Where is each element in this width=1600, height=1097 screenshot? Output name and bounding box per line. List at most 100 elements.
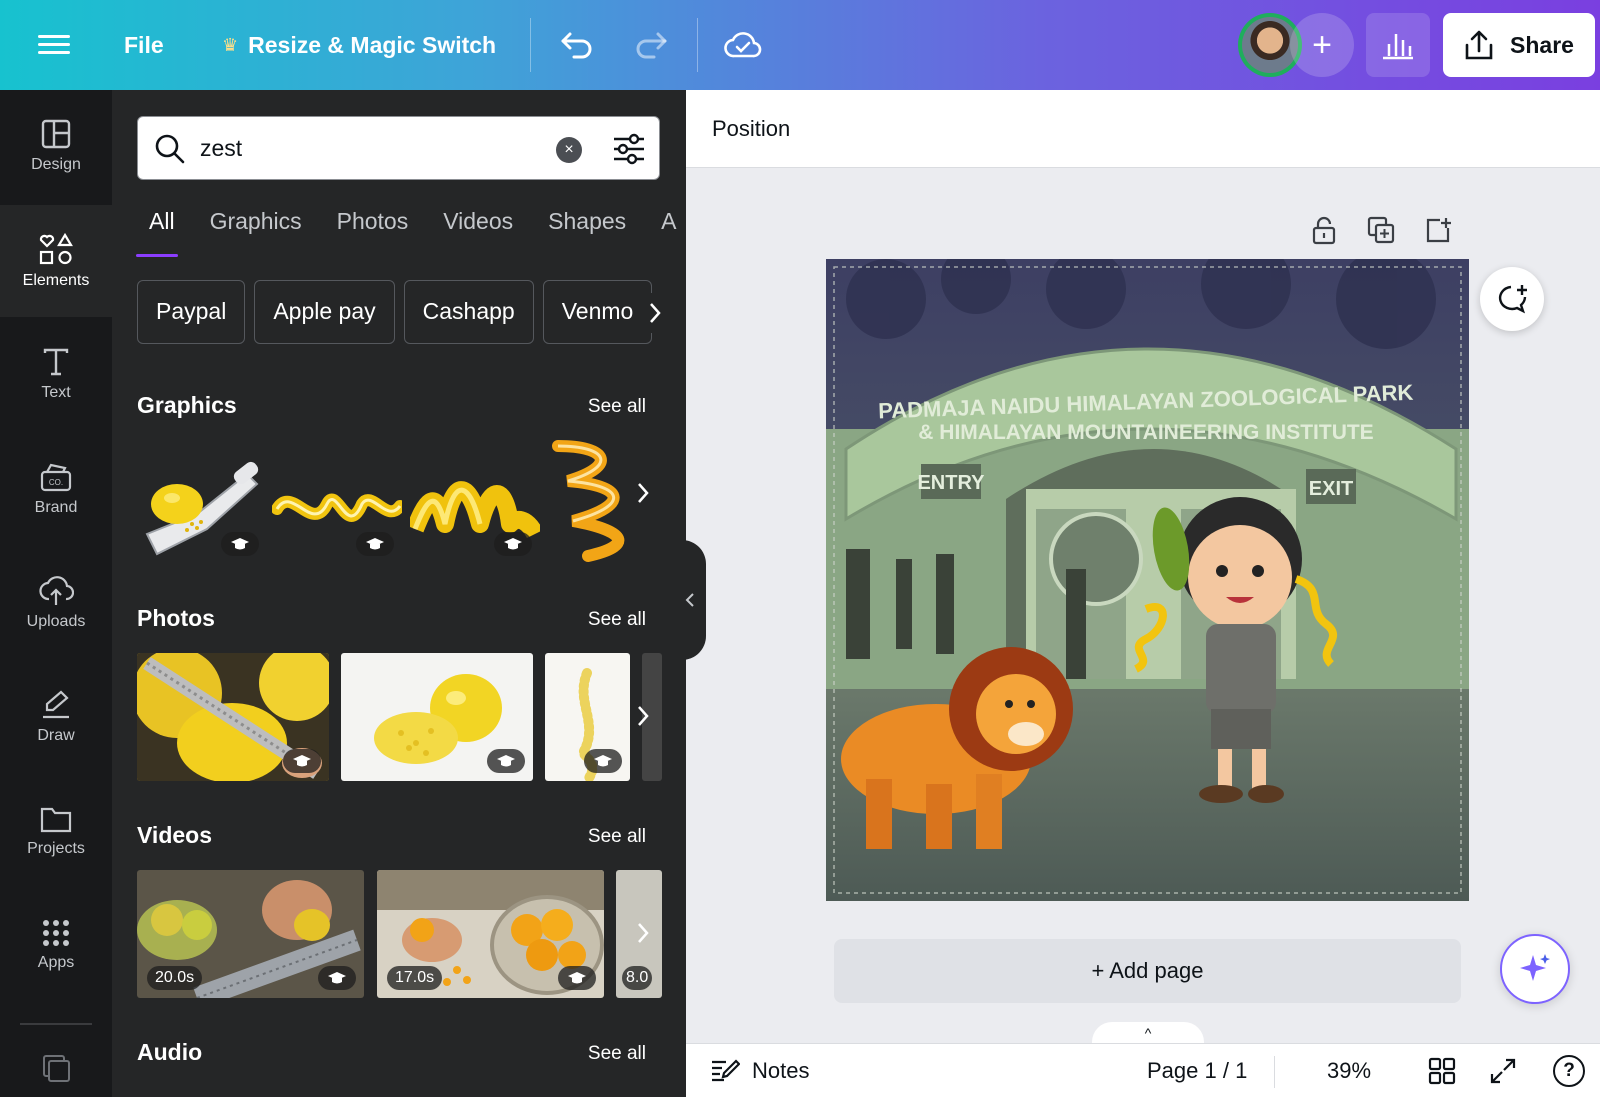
photo-lemon-zest-pile[interactable]: [341, 653, 533, 781]
redo-icon[interactable]: [628, 22, 674, 68]
add-page-icon[interactable]: [1420, 212, 1456, 248]
tab-shapes[interactable]: Shapes: [536, 202, 626, 235]
chips-next-chevron-icon[interactable]: [644, 293, 666, 333]
add-comment-icon[interactable]: [1480, 267, 1544, 331]
hamburger-menu-icon[interactable]: [38, 30, 70, 60]
search-input[interactable]: [200, 131, 500, 165]
rail-label-draw: Draw: [37, 727, 75, 744]
rail-item-elements[interactable]: Elements: [0, 205, 112, 317]
chip-venmo[interactable]: Venmo: [542, 280, 653, 344]
search-box: ×: [137, 116, 660, 180]
video-lemon-grating[interactable]: 20.0s: [137, 870, 364, 998]
position-button[interactable]: Position: [712, 116, 790, 142]
fullscreen-expand-icon[interactable]: [1489, 1044, 1517, 1097]
rail-label-projects: Projects: [27, 840, 85, 857]
chip-cashapp[interactable]: Cashapp: [403, 280, 534, 344]
footer-divider: [1274, 1056, 1275, 1088]
tab-videos[interactable]: Videos: [431, 202, 513, 235]
magic-sparkle-icon[interactable]: [1500, 934, 1570, 1004]
rail-item-projects[interactable]: Projects: [0, 775, 112, 887]
tab-photos[interactable]: Photos: [325, 202, 409, 235]
rail-label-elements: Elements: [22, 272, 90, 289]
shapes-icon: [39, 232, 73, 265]
rail-label-uploads: Uploads: [26, 613, 86, 630]
tab-all[interactable]: All: [137, 202, 175, 235]
insights-chart-icon[interactable]: [1366, 13, 1430, 77]
undo-icon[interactable]: [554, 22, 600, 68]
video-orange-bowl[interactable]: 17.0s: [377, 870, 604, 998]
video-duration-badge: 20.0s: [147, 966, 203, 990]
photos-see-all-link[interactable]: See all: [588, 609, 646, 631]
rail-item-text[interactable]: Text: [0, 318, 112, 430]
videos-next-chevron-icon[interactable]: [632, 913, 654, 953]
crown-icon: ♛: [222, 34, 239, 55]
graphics-next-chevron-icon[interactable]: [632, 473, 654, 513]
cloud-upload-icon: [39, 576, 74, 605]
graphics-section-title: Graphics: [137, 392, 237, 418]
chip-apple-pay[interactable]: Apple pay: [254, 280, 395, 344]
photo-lemon-grater[interactable]: [137, 653, 329, 781]
tab-audio[interactable]: Au: [649, 202, 677, 235]
filter-sliders-icon[interactable]: [612, 133, 646, 165]
rail-item-design[interactable]: Design: [0, 90, 112, 202]
rail-label-design: Design: [31, 156, 81, 173]
duplicate-page-icon[interactable]: [1363, 212, 1399, 248]
notes-button[interactable]: Notes: [710, 1044, 809, 1097]
graphic-lemon-peel-curl[interactable]: [272, 444, 402, 564]
clear-search-icon[interactable]: ×: [556, 137, 582, 163]
collapse-panel-handle[interactable]: [674, 540, 706, 660]
videos-see-all-link[interactable]: See all: [588, 826, 646, 848]
search-icon: [155, 134, 185, 164]
video-duration-badge: 8.0: [622, 966, 653, 990]
rail-item-uploads[interactable]: Uploads: [0, 547, 112, 659]
folder-icon: [40, 807, 72, 833]
apps-grid-icon: [43, 920, 69, 946]
photo-zest-powder[interactable]: [545, 653, 630, 781]
graphic-zester-lemon[interactable]: [137, 444, 267, 564]
toolbar-divider: [530, 18, 531, 72]
exit-sign: EXIT: [1309, 478, 1353, 500]
page-indicator[interactable]: Page 1 / 1: [1147, 1044, 1247, 1097]
rail-item-draw[interactable]: Draw: [0, 661, 112, 773]
premium-cap-icon: [221, 532, 259, 556]
text-icon: [43, 348, 69, 376]
share-label: Share: [1510, 31, 1574, 58]
help-button[interactable]: ?: [1553, 1044, 1585, 1097]
zoom-level[interactable]: 39%: [1327, 1044, 1371, 1097]
rail-item-apps[interactable]: Apps: [0, 889, 112, 1001]
invite-plus-button[interactable]: +: [1290, 13, 1354, 77]
photos-next-chevron-icon[interactable]: [632, 696, 654, 736]
graphic-lemon-peel-strip[interactable]: [410, 444, 540, 564]
bottom-status-bar: Notes Page 1 / 1 39% ?: [686, 1043, 1600, 1097]
rail-item-brand[interactable]: CO. Brand: [0, 433, 112, 545]
file-menu-button[interactable]: File: [124, 0, 164, 90]
left-nav-rail: Design Elements Text CO. Brand Uploads D…: [0, 90, 112, 1097]
premium-cap-icon: [283, 749, 321, 773]
resize-magic-switch-button[interactable]: ♛ Resize & Magic Switch: [222, 0, 496, 90]
rail-item-more[interactable]: [0, 1045, 112, 1097]
show-pages-tab[interactable]: ^: [1092, 1022, 1204, 1044]
rail-divider: [20, 1023, 92, 1025]
upload-icon: [1465, 30, 1493, 60]
brand-icon: CO.: [40, 463, 72, 492]
tab-graphics[interactable]: Graphics: [198, 202, 302, 235]
chip-paypal[interactable]: Paypal: [137, 280, 246, 344]
suggestion-chips: Paypal Apple pay Cashapp Venmo: [137, 280, 653, 344]
layout-icon: [41, 119, 71, 149]
audio-see-all-link[interactable]: See all: [588, 1043, 646, 1065]
add-page-button[interactable]: + Add page: [834, 939, 1461, 1003]
svg-text:CO.: CO.: [49, 478, 63, 487]
rail-label-text: Text: [41, 384, 71, 401]
design-canvas-page[interactable]: PADMAJA NAIDU HIMALAYAN ZOOLOGICAL PARK …: [826, 259, 1469, 901]
help-icon: ?: [1553, 1055, 1585, 1087]
cloud-saved-icon[interactable]: [720, 22, 766, 68]
graphics-see-all-link[interactable]: See all: [588, 396, 646, 418]
audio-section-title: Audio: [137, 1039, 203, 1065]
premium-cap-icon: [558, 966, 596, 990]
photos-section-title: Photos: [137, 605, 215, 631]
grid-view-icon[interactable]: [1428, 1044, 1456, 1097]
toolbar-divider: [697, 18, 698, 72]
category-tabs: All Graphics Photos Videos Shapes Au: [137, 202, 677, 252]
share-button[interactable]: Share: [1443, 13, 1595, 77]
lock-icon[interactable]: [1306, 212, 1342, 248]
